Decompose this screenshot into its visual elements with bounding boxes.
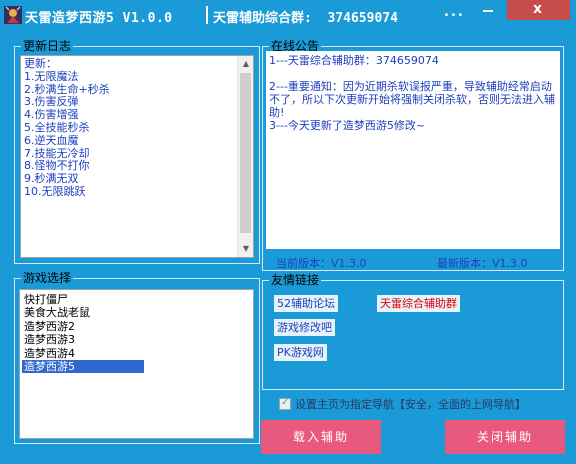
window-title: 天雷造梦西游5 V1.0.0 xyxy=(25,11,173,26)
notice-line: 3---今天更新了造梦西游5修改~ xyxy=(269,119,426,132)
latest-version: 最新版本：V1.3.0 xyxy=(437,257,528,270)
update-log-line: 10.无限跳跃 xyxy=(24,184,86,198)
current-version: 当前版本：V1.3.0 xyxy=(276,257,367,270)
game-list-item[interactable]: 造梦西游4 xyxy=(22,347,144,360)
scroll-up-icon[interactable]: ▲ xyxy=(238,56,253,72)
close-icon: x xyxy=(533,1,543,17)
link-tianlei-group[interactable]: 天雷综合辅助群 xyxy=(377,295,460,312)
links-title: 友情链接 xyxy=(269,273,322,287)
notice-content: 1---天雷综合辅助群：374659074 2---重要通知：因为近期杀软误报严… xyxy=(269,54,557,132)
game-list-item[interactable]: 造梦西游5 xyxy=(22,360,144,373)
update-log-title: 更新日志 xyxy=(21,39,74,53)
load-assist-button[interactable]: 载入辅助 xyxy=(261,420,381,454)
notice-textbox[interactable]: 1---天雷综合辅助群：374659074 2---重要通知：因为近期杀软误报严… xyxy=(266,51,560,249)
scroll-down-icon[interactable]: ▼ xyxy=(238,241,253,257)
link-pk-game-net[interactable]: PK游戏网 xyxy=(274,344,327,361)
game-list-item[interactable]: 造梦西游3 xyxy=(22,333,144,346)
close-assist-button[interactable]: 关闭辅助 xyxy=(445,420,565,454)
game-select-panel: 游戏选择 快打僵尸 美食大战老鼠 造梦西游2 造梦西游3 造梦西游4 造梦西游5 xyxy=(14,271,260,444)
main-window: 天雷造梦西游5 V1.0.0 天雷辅助综合群: 374659074 ... x … xyxy=(0,0,576,464)
homepage-option-label: 设置主页为指定导航【安全，全面的上网导航】 xyxy=(295,398,526,411)
link-game-mod-bar[interactable]: 游戏修改吧 xyxy=(274,319,335,336)
links-panel: 友情链接 52辅助论坛 天雷综合辅助群 游戏修改吧 PK游戏网 xyxy=(262,273,564,390)
app-logo-icon xyxy=(4,6,22,24)
game-list[interactable]: 快打僵尸 美食大战老鼠 造梦西游2 造梦西游3 造梦西游4 造梦西游5 xyxy=(19,289,254,439)
title-separator xyxy=(206,6,208,24)
group-number: 天雷辅助综合群: 374659074 xyxy=(213,11,398,26)
game-list-item[interactable]: 美食大战老鼠 xyxy=(22,306,144,319)
update-log-line: 5.全技能秒杀 xyxy=(24,120,90,134)
close-window-button[interactable]: x xyxy=(507,0,570,20)
game-list-item[interactable]: 造梦西游2 xyxy=(22,320,144,333)
title-bar[interactable]: 天雷造梦西游5 V1.0.0 天雷辅助综合群: 374659074 ... x xyxy=(0,0,576,31)
homepage-option[interactable]: 设置主页为指定导航【安全，全面的上网导航】 xyxy=(279,396,526,412)
notice-line: 1---天雷综合辅助群：374659074 xyxy=(269,54,439,67)
update-log-panel: 更新日志 更新： 1.无限魔法 2.秒满生命+秒杀 3.伤害反弹 4.伤害增强 5.全技能… xyxy=(14,39,260,264)
update-log-textbox[interactable]: 更新： 1.无限魔法 2.秒满生命+秒杀 3.伤害反弹 4.伤害增强 5.全技能秒杀 6.逆… xyxy=(20,55,254,258)
minimize-button[interactable] xyxy=(475,0,501,20)
game-list-item[interactable]: 快打僵尸 xyxy=(22,293,144,306)
link-52-forum[interactable]: 52辅助论坛 xyxy=(274,295,338,312)
homepage-checkbox[interactable] xyxy=(279,397,291,410)
more-dots[interactable]: ... xyxy=(444,5,465,20)
notice-panel: 在线公告 1---天雷综合辅助群：374659074 2---重要通知：因为近期… xyxy=(262,39,564,271)
update-log-line: 更新： xyxy=(24,57,57,70)
update-log-line: 6.逆天血魔 xyxy=(24,133,79,147)
update-log-content: 更新： 1.无限魔法 2.秒满生命+秒杀 3.伤害反弹 4.伤害增强 5.全技能秒杀 6.逆… xyxy=(24,57,110,199)
notice-line: 2---重要通知：因为近期杀软误报严重，导致辅助经常启动不了，所以下次更新开始将… xyxy=(269,80,555,119)
scroll-thumb[interactable] xyxy=(240,73,251,233)
notice-line xyxy=(269,67,557,80)
update-log-line: 1.无限魔法 xyxy=(24,69,79,83)
update-log-scrollbar[interactable]: ▲ ▼ xyxy=(237,56,253,257)
game-select-title: 游戏选择 xyxy=(21,271,74,285)
